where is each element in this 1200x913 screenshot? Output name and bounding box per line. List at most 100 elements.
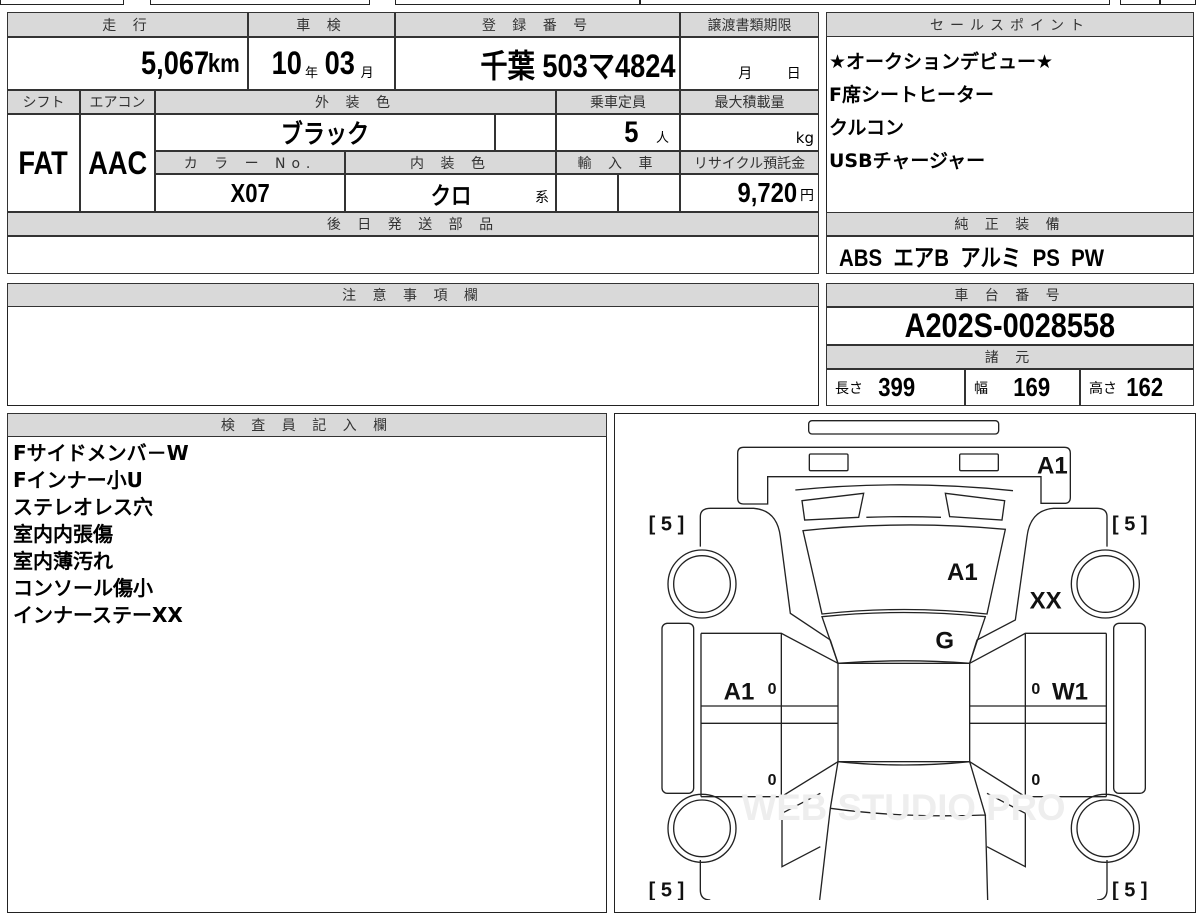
year-unit: 年 bbox=[304, 66, 318, 81]
mark-right-quarter: XX bbox=[1030, 587, 1062, 614]
import-cell bbox=[618, 174, 680, 212]
exterior-color-cell: ブラック bbox=[155, 114, 495, 151]
windshield-shape bbox=[819, 760, 989, 900]
height-label: 高さ bbox=[1089, 380, 1117, 397]
door-count: 0 bbox=[768, 772, 777, 789]
aircon-value: AAC bbox=[88, 144, 147, 181]
color-no-label: カ ラ ー No. bbox=[155, 151, 345, 174]
notes-label: 注 意 事 項 欄 bbox=[7, 283, 819, 307]
interior-color-cell: クロ 系 bbox=[345, 174, 556, 212]
rear-spoiler bbox=[795, 484, 1014, 492]
inspector-note: Fサイドメンバ－W bbox=[13, 441, 189, 465]
mileage-value: 5,067 bbox=[141, 45, 210, 81]
tire-rating: [ 5 ] bbox=[649, 880, 685, 900]
rear-fender-shapes bbox=[699, 507, 1108, 664]
recycle-label: リサイクル預託金 bbox=[680, 151, 819, 174]
deadline-month: 月 bbox=[738, 66, 753, 82]
registration-value: 千葉 503マ4824 bbox=[479, 47, 675, 84]
exterior-color-label: 外 装 色 bbox=[155, 90, 556, 114]
transfer-deadline-cell: 月日 bbox=[680, 37, 819, 90]
length-value: 399 bbox=[878, 372, 916, 402]
inspection-month: 03 bbox=[324, 45, 355, 81]
mark-right-door: W1 bbox=[1052, 678, 1088, 705]
max-load-label: 最大積載量 bbox=[680, 90, 819, 114]
inspector-label: 検 査 員 記 入 欄 bbox=[7, 413, 607, 437]
chassis-cell: A202S-0028558 bbox=[826, 307, 1194, 345]
specs-label: 諸 元 bbox=[826, 345, 1194, 369]
shift-value: FAT bbox=[18, 144, 69, 181]
equipment-value: ABS エアB アルミ PS PW bbox=[839, 244, 1105, 272]
width-cell: 幅 169 bbox=[965, 369, 1080, 406]
recycle-value: 9,720 bbox=[737, 177, 797, 208]
top-cell bbox=[0, 0, 124, 5]
sales-point: F席シートヒーター bbox=[829, 84, 994, 106]
top-cell bbox=[395, 0, 640, 5]
left-side-step bbox=[661, 622, 695, 794]
capacity-value: 5 bbox=[624, 115, 639, 149]
length-cell: 長さ 399 bbox=[826, 369, 965, 406]
inspector-note: 室内薄汚れ bbox=[13, 549, 113, 573]
capacity-unit: 人 bbox=[655, 131, 669, 146]
max-load-unit: kg bbox=[795, 129, 814, 147]
rear-window-shape bbox=[821, 611, 987, 665]
right-side-step bbox=[1113, 622, 1146, 794]
mileage-cell: 5,067 km bbox=[7, 37, 248, 90]
inspector-note: Fインナー小U bbox=[13, 468, 143, 492]
interior-color-value: クロ bbox=[430, 182, 471, 210]
length-label: 長さ bbox=[835, 380, 863, 397]
mileage-label: 走 行 bbox=[7, 12, 248, 37]
width-label: 幅 bbox=[974, 380, 988, 397]
width-value: 169 bbox=[1013, 372, 1051, 402]
sales-points-label: セールスポイント bbox=[826, 12, 1194, 37]
top-cell bbox=[1160, 0, 1196, 5]
recycle-unit: 円 bbox=[800, 188, 814, 204]
tail-light-left bbox=[808, 453, 849, 472]
inspection-label: 車 検 bbox=[248, 12, 395, 37]
chassis-number: A202S-0028558 bbox=[904, 307, 1116, 345]
car-diagram: WEB STUDIO PRO A1 A1 XX G A1 W1 0 0 0 0 … bbox=[649, 420, 1148, 900]
interior-color-label: 内 装 色 bbox=[345, 151, 556, 174]
month-unit: 月 bbox=[360, 66, 374, 81]
capacity-label: 乗車定員 bbox=[556, 90, 680, 114]
tire-rating: [ 5 ] bbox=[649, 514, 685, 536]
registration-cell: 千葉 503マ4824 bbox=[395, 37, 680, 90]
exterior-color-extra bbox=[495, 114, 556, 151]
aircon-label: エアコン bbox=[80, 90, 155, 114]
tire-rating: [ 5 ] bbox=[1112, 880, 1148, 900]
inspector-note: ステレオレス穴 bbox=[13, 495, 153, 519]
color-no-value: X07 bbox=[230, 177, 270, 208]
equipment-label: 純 正 装 備 bbox=[826, 212, 1194, 236]
shift-label: シフト bbox=[7, 90, 80, 114]
watermark: WEB STUDIO PRO bbox=[742, 787, 1066, 828]
sales-points-list: ★オークションデビュー★ F席シートヒーター クルコン USBチャージャー bbox=[829, 46, 1053, 178]
inspector-note: インナーステーXX bbox=[13, 603, 183, 627]
top-cell bbox=[1120, 0, 1160, 5]
inspector-notes: Fサイドメンバ－W Fインナー小U ステレオレス穴 室内内張傷 室内薄汚れ コン… bbox=[13, 440, 189, 629]
cabin-shape bbox=[837, 662, 971, 763]
later-parts-label: 後 日 発 送 部 品 bbox=[7, 212, 819, 236]
aircon-cell: AAC bbox=[80, 114, 155, 212]
deadline-day: 日 bbox=[786, 66, 801, 82]
color-no-cell: X07 bbox=[155, 174, 345, 212]
later-parts-cell bbox=[7, 236, 819, 274]
top-cell bbox=[150, 0, 370, 5]
import-cell bbox=[556, 174, 618, 212]
mark-left-door: A1 bbox=[724, 678, 755, 705]
inspector-note: 室内内張傷 bbox=[13, 522, 113, 546]
mark-rear-bumper: A1 bbox=[1037, 452, 1068, 479]
inspection-year: 10 bbox=[272, 45, 303, 81]
capacity-cell: 5人 bbox=[556, 114, 680, 151]
door-count: 0 bbox=[1031, 772, 1040, 789]
mark-roof: A1 bbox=[947, 559, 978, 586]
chassis-label: 車 台 番 号 bbox=[826, 283, 1194, 307]
equipment-cell: ABS エアB アルミ PS PW bbox=[826, 236, 1194, 274]
top-cell bbox=[640, 0, 1110, 5]
sales-point: クルコン bbox=[829, 117, 905, 139]
door-count: 0 bbox=[1031, 681, 1040, 698]
mark-rear-glass: G bbox=[935, 627, 954, 654]
rear-bumper-shape bbox=[808, 420, 1000, 435]
registration-label: 登 録 番 号 bbox=[395, 12, 680, 37]
sales-point: USBチャージャー bbox=[829, 150, 986, 172]
shift-cell: FAT bbox=[7, 114, 80, 212]
tailgate-shape bbox=[737, 446, 1071, 505]
